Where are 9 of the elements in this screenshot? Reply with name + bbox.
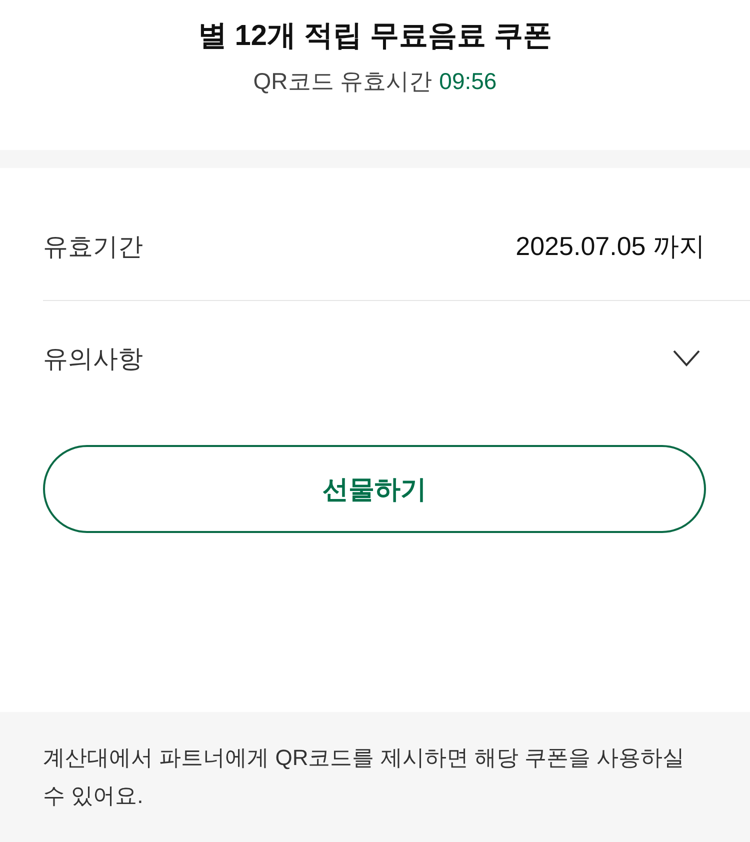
qr-timer: 09:56 (439, 67, 497, 96)
coupon-title: 별 12개 적립 무료음료 쿠폰 (198, 19, 552, 54)
qr-validity-label: QR코드 유효시간 (253, 67, 432, 96)
row-label: 유효기간 (43, 232, 143, 262)
chevron-icon[interactable] (673, 350, 700, 366)
row-label: 유의사항 (43, 344, 143, 374)
row-value: 2025.07.05 까지 (516, 230, 705, 262)
notice-text: 계산대에서 파트너에게 QR코드를 제시하면 해당 쿠폰을 사용하실 수 있어요. (43, 744, 686, 810)
gift-button[interactable]: 선물하기 (43, 445, 706, 533)
